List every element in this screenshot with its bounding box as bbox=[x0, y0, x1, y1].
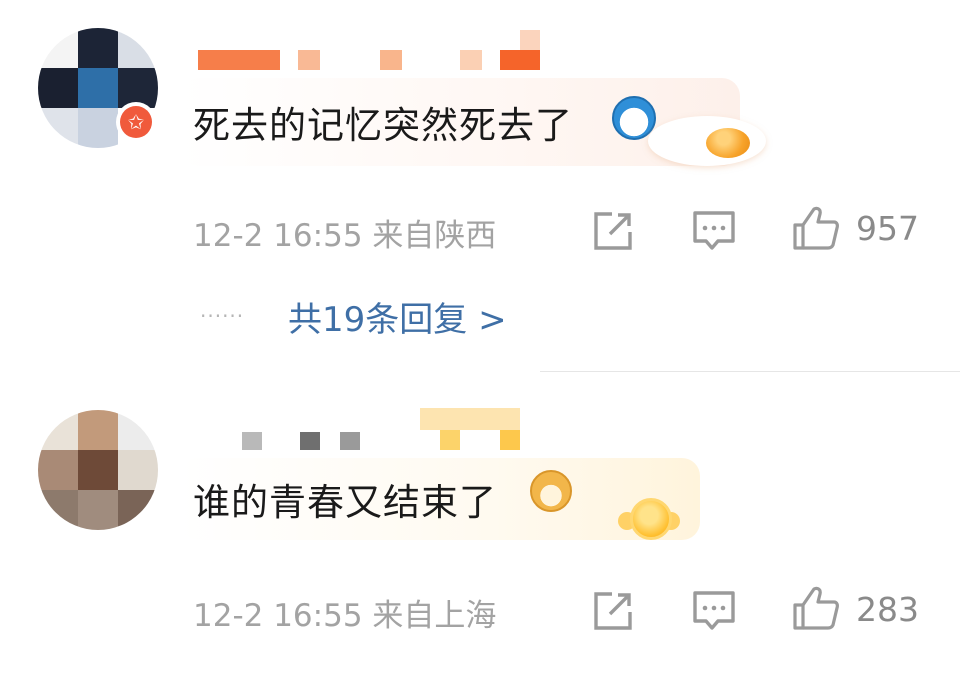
comment-meta: 12-2 16:55 来自陕西 bbox=[193, 218, 497, 254]
comment-meta: 12-2 16:55 来自上海 bbox=[193, 598, 497, 634]
comment-text: 谁的青春又结束了 bbox=[193, 481, 497, 524]
comment-item: ✩ 死去的记忆突然死去了 12-2 16:55 来自陕西 957 ······ … bbox=[0, 0, 960, 372]
share-icon[interactable] bbox=[592, 210, 634, 252]
view-replies-link[interactable]: 共19条回复 > bbox=[288, 292, 507, 341]
thumbs-up-icon[interactable] bbox=[792, 585, 840, 631]
share-icon[interactable] bbox=[592, 590, 634, 632]
like-count: 283 bbox=[856, 590, 919, 629]
thumbs-up-icon[interactable] bbox=[792, 205, 840, 251]
username[interactable] bbox=[198, 30, 544, 72]
comment-icon[interactable] bbox=[692, 210, 736, 252]
username[interactable] bbox=[200, 408, 530, 452]
like-count: 957 bbox=[856, 209, 919, 248]
comment-text: 死去的记忆突然死去了 bbox=[193, 104, 573, 147]
gold-medal-icon bbox=[618, 496, 680, 546]
avatar-badge-icon: ✩ bbox=[116, 102, 156, 142]
avatar[interactable] bbox=[38, 410, 158, 530]
doge-emoji-icon bbox=[530, 470, 572, 512]
comment-icon[interactable] bbox=[692, 590, 736, 632]
comment-item: 谁的青春又结束了 12-2 16:55 来自上海 283 bbox=[0, 372, 960, 673]
reply-dots: ······ bbox=[200, 304, 245, 328]
egg-yolk bbox=[706, 128, 750, 158]
